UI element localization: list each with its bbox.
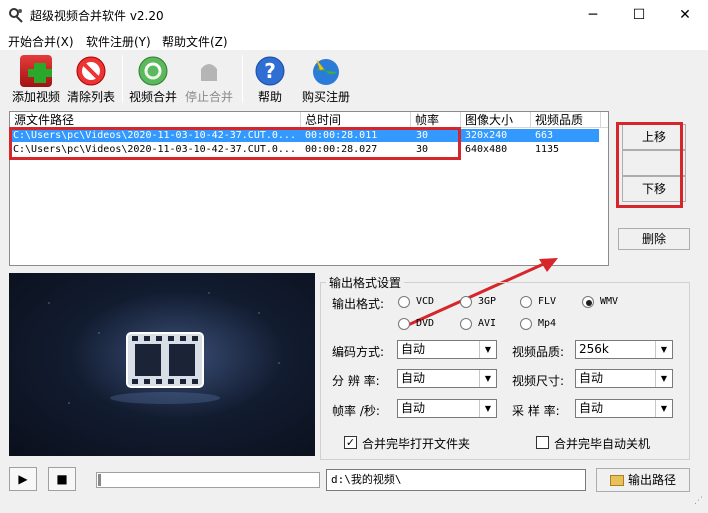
- radio-mp4[interactable]: [520, 318, 532, 330]
- encoding-label: 编码方式:: [332, 345, 385, 359]
- stop-button[interactable]: ■: [48, 467, 76, 491]
- open-folder-checkbox[interactable]: ✓: [344, 436, 357, 449]
- merge-video-label: 视频合并: [128, 90, 177, 104]
- film-strip-icon: [48, 292, 280, 404]
- shutdown-checkbox[interactable]: [536, 436, 549, 449]
- size-value: 自动: [579, 371, 604, 385]
- chevron-down-icon: ▼: [655, 400, 672, 417]
- quality-label: 视频品质:: [512, 345, 565, 359]
- chevron-down-icon: ▼: [479, 341, 496, 358]
- radio-flv[interactable]: [520, 296, 532, 308]
- menu-start-merge[interactable]: 开始合并(X): [8, 33, 74, 50]
- clear-list-label: 清除列表: [66, 90, 115, 104]
- chevron-down-icon: ▼: [479, 370, 496, 387]
- output-path-field[interactable]: d:\我的视频\: [326, 469, 586, 491]
- size-select[interactable]: 自动 ▼: [575, 369, 673, 388]
- quality-select[interactable]: 256k ▼: [575, 340, 673, 359]
- help-icon: ?: [254, 55, 286, 87]
- framerate-select[interactable]: 自动 ▼: [397, 399, 497, 418]
- menu-register[interactable]: 软件注册(Y): [86, 33, 151, 50]
- radio-mp4-label: Mp4: [538, 318, 557, 329]
- size-label: 视频尺寸:: [512, 374, 565, 388]
- column-video-quality[interactable]: 视频品质: [531, 112, 601, 128]
- radio-flv-label: FLV: [538, 296, 557, 307]
- chevron-down-icon: ▼: [655, 370, 672, 387]
- cell-quality: 1135: [535, 144, 560, 155]
- radio-vcd-label: VCD: [416, 296, 435, 307]
- toolbar-separator: [122, 55, 123, 103]
- chevron-down-icon: ▼: [655, 341, 672, 358]
- resize-grip-icon[interactable]: ⋰: [694, 496, 706, 508]
- annotation-box: [616, 122, 683, 208]
- radio-dvd[interactable]: [398, 318, 410, 330]
- radio-dvd-label: DVD: [416, 318, 435, 329]
- seek-handle[interactable]: [98, 474, 101, 486]
- clear-list-icon: [75, 55, 107, 87]
- folder-icon: [609, 475, 624, 486]
- add-video-label: 添加视频: [11, 90, 60, 104]
- menu-help[interactable]: 帮助文件(Z): [162, 33, 228, 50]
- column-image-size[interactable]: 图像大小: [461, 112, 531, 128]
- help-button[interactable]: ? 帮助: [248, 55, 292, 105]
- help-label: 帮助: [257, 90, 282, 104]
- framerate-label: 帧率 /秒:: [332, 404, 380, 418]
- svg-text:?: ?: [264, 59, 276, 83]
- resolution-select[interactable]: 自动 ▼: [397, 369, 497, 388]
- add-video-button[interactable]: 添加视频: [10, 55, 62, 105]
- merge-video-icon: [137, 55, 169, 87]
- radio-3gp[interactable]: [460, 296, 472, 308]
- radio-3gp-label: 3GP: [478, 296, 497, 307]
- video-preview: [9, 273, 315, 456]
- chevron-down-icon: ▼: [479, 400, 496, 417]
- output-path-button-label: 输出路径: [627, 473, 676, 487]
- radio-avi-label: AVI: [478, 318, 497, 329]
- column-total-time[interactable]: 总时间: [301, 112, 411, 128]
- samplerate-label: 采 样 率:: [512, 404, 560, 418]
- radio-wmv[interactable]: [582, 296, 594, 308]
- stop-merge-label: 停止合并: [184, 90, 233, 104]
- stop-merge-icon: [193, 55, 225, 87]
- radio-avi[interactable]: [460, 318, 472, 330]
- buy-register-button[interactable]: 购买注册: [298, 55, 354, 105]
- seek-bar[interactable]: [96, 472, 320, 488]
- radio-vcd[interactable]: [398, 296, 410, 308]
- annotation-box: [9, 127, 461, 160]
- app-icon: [8, 7, 24, 23]
- clear-list-button[interactable]: 清除列表: [64, 55, 118, 105]
- maximize-button[interactable]: ☐: [616, 0, 662, 30]
- stop-merge-button[interactable]: 停止合并: [182, 55, 236, 105]
- output-settings-title: 输出格式设置: [326, 274, 405, 291]
- buy-register-label: 购买注册: [301, 90, 350, 104]
- open-folder-label: 合并完毕打开文件夹: [362, 437, 471, 451]
- encoding-value: 自动: [401, 342, 426, 356]
- output-path-button[interactable]: 输出路径: [596, 468, 690, 492]
- samplerate-value: 自动: [579, 401, 604, 415]
- output-format-label: 输出格式:: [332, 297, 385, 311]
- play-button[interactable]: ▶: [9, 467, 37, 491]
- samplerate-select[interactable]: 自动 ▼: [575, 399, 673, 418]
- globe-icon: [310, 55, 342, 87]
- encoding-select[interactable]: 自动 ▼: [397, 340, 497, 359]
- cell-size: 640x480: [465, 144, 508, 155]
- column-framerate[interactable]: 帧率: [411, 112, 461, 128]
- merge-video-button[interactable]: 视频合并: [126, 55, 180, 105]
- cell-size: 320x240: [465, 130, 508, 141]
- minimize-button[interactable]: ─: [570, 0, 616, 30]
- delete-button[interactable]: 删除: [618, 228, 690, 250]
- resolution-label: 分 辨 率:: [332, 374, 380, 388]
- toolbar-separator: [242, 55, 243, 103]
- quality-value: 256k: [579, 342, 609, 356]
- close-button[interactable]: ✕: [662, 0, 708, 30]
- radio-wmv-label: WMV: [600, 296, 619, 307]
- framerate-value: 自动: [401, 401, 426, 415]
- cell-quality: 663: [535, 130, 554, 141]
- add-video-icon: [20, 55, 52, 87]
- column-source-path[interactable]: 源文件路径: [10, 112, 301, 128]
- resolution-value: 自动: [401, 371, 426, 385]
- shutdown-label: 合并完毕自动关机: [554, 437, 651, 451]
- window-title: 超级视频合并软件 v2.20: [30, 9, 164, 23]
